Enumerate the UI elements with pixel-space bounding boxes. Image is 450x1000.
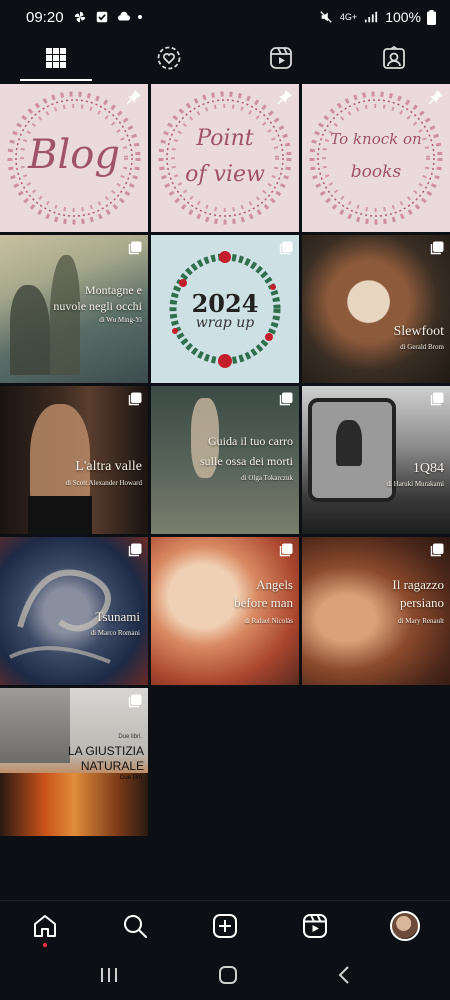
status-left-icons bbox=[72, 10, 142, 24]
tab-reposts[interactable] bbox=[113, 34, 226, 82]
post-knock-line1: To knock on bbox=[330, 130, 422, 148]
post-altravalle-author: di Scott Alexander Howard bbox=[65, 479, 142, 487]
post-guida-title2: sulle ossa dei morti bbox=[200, 454, 293, 468]
post-knock-line2: books bbox=[350, 162, 402, 182]
mute-icon bbox=[320, 11, 332, 23]
bottom-navigation bbox=[0, 900, 450, 950]
avatar bbox=[390, 910, 420, 941]
post-giustizia-label2: Due film bbox=[119, 775, 142, 781]
post-montagne[interactable]: Montagne e nuvole negli occhi di Wu Ming… bbox=[0, 235, 148, 383]
post-angels[interactable]: Angels before man di Rafael Nicolás bbox=[151, 537, 299, 685]
nav-create[interactable] bbox=[180, 913, 270, 939]
checkbox-notification-icon bbox=[96, 11, 107, 23]
post-angels-author: di Rafael Nicolás bbox=[244, 617, 293, 625]
reels-icon bbox=[303, 913, 327, 938]
post-altra-valle[interactable]: L'altra valle di Scott Alexander Howard bbox=[0, 386, 148, 534]
carousel-icon bbox=[279, 392, 293, 406]
active-tab-indicator bbox=[20, 79, 92, 81]
repost-icon bbox=[157, 46, 181, 70]
tab-grid[interactable] bbox=[0, 34, 113, 82]
tab-reels[interactable] bbox=[225, 34, 338, 82]
nav-profile[interactable] bbox=[360, 910, 450, 941]
wreath-illustration bbox=[309, 91, 443, 225]
post-wrapup-year: 2024 bbox=[191, 289, 259, 318]
back-icon[interactable] bbox=[337, 965, 351, 985]
post-altravalle-title: L'altra valle bbox=[75, 459, 142, 474]
post-slewfoot-title: Slewfoot bbox=[393, 324, 444, 339]
posts-grid: Blog Point of view To knock on books Mon… bbox=[0, 84, 450, 836]
post-guida-carro[interactable]: Guida il tuo carro sulle ossa dei morti … bbox=[151, 386, 299, 534]
dot-icon bbox=[137, 15, 142, 19]
home-icon bbox=[34, 914, 56, 937]
carousel-icon bbox=[279, 241, 293, 255]
post-pov-line1: Point bbox=[196, 126, 254, 151]
recent-apps-icon[interactable] bbox=[99, 966, 119, 984]
home-button-icon[interactable] bbox=[217, 964, 239, 986]
carousel-icon bbox=[430, 543, 444, 557]
post-angels-title1: Angels bbox=[256, 577, 293, 592]
post-tsunami-title: Tsunami bbox=[95, 609, 140, 624]
system-navigation-bar bbox=[0, 950, 450, 1000]
post-montagne-title2: nuvole negli occhi bbox=[53, 299, 142, 313]
pin-icon bbox=[428, 90, 443, 105]
post-blog-title: Blog bbox=[28, 132, 120, 178]
post-montagne-author: di Wu Ming-Yi bbox=[99, 316, 142, 324]
carousel-icon bbox=[430, 392, 444, 406]
post-giustizia-title2: NATURALE bbox=[80, 759, 144, 773]
post-angels-title2: before man bbox=[234, 595, 293, 610]
tab-tagged[interactable] bbox=[338, 34, 450, 82]
post-1q84-title: 1Q84 bbox=[412, 461, 444, 476]
carousel-icon bbox=[128, 543, 142, 557]
nav-search[interactable] bbox=[90, 913, 180, 939]
post-2024-wrap-up[interactable]: 2024 wrap up bbox=[151, 235, 299, 383]
battery-label: 100% bbox=[385, 9, 421, 25]
tagged-icon bbox=[382, 46, 405, 69]
status-time: 09:20 bbox=[26, 8, 64, 26]
post-1q84[interactable]: 1Q84 di Haruki Murakami bbox=[302, 386, 450, 534]
carousel-icon bbox=[279, 543, 293, 557]
search-icon bbox=[124, 914, 147, 938]
carousel-icon bbox=[128, 694, 142, 708]
post-1q84-author: di Haruki Murakami bbox=[386, 480, 444, 488]
post-ragazzo-persiano[interactable]: Il ragazzo persiano di Mary Renault bbox=[302, 537, 450, 685]
carousel-icon bbox=[430, 241, 444, 255]
pin-icon bbox=[277, 90, 292, 105]
post-slewfoot[interactable]: Slewfoot di Gerald Brom bbox=[302, 235, 450, 383]
post-blog[interactable]: Blog bbox=[0, 84, 148, 232]
cloud-icon bbox=[117, 11, 130, 21]
pinwheel-icon bbox=[74, 11, 85, 23]
post-tsunami-author: di Marco Romani bbox=[90, 629, 140, 637]
post-guida-author: di Olga Tokarczuk bbox=[241, 474, 293, 482]
post-giustizia-naturale[interactable]: Due libri. LA GIUSTIZIA NATURALE Due fil… bbox=[0, 688, 148, 836]
post-giustizia-label1: Due libri. bbox=[118, 734, 142, 740]
status-right: 4G+ 100% bbox=[318, 9, 436, 25]
post-to-knock-on-books[interactable]: To knock on books bbox=[302, 84, 450, 232]
wreath-illustration bbox=[158, 91, 292, 225]
network-label: 4G+ bbox=[339, 12, 358, 22]
post-wrapup-sub: wrap up bbox=[195, 315, 255, 331]
post-tsunami[interactable]: Tsunami di Marco Romani bbox=[0, 537, 148, 685]
plus-square-icon bbox=[213, 913, 237, 938]
post-ragazzo-title2: persiano bbox=[399, 595, 444, 610]
reels-icon bbox=[270, 47, 293, 69]
notification-dot bbox=[43, 942, 47, 947]
carousel-icon bbox=[128, 241, 142, 255]
post-montagne-title1: Montagne e bbox=[85, 283, 142, 297]
nav-home[interactable] bbox=[0, 913, 90, 947]
pin-icon bbox=[126, 90, 141, 105]
post-point-of-view[interactable]: Point of view bbox=[151, 84, 299, 232]
post-slewfoot-author: di Gerald Brom bbox=[400, 343, 444, 351]
post-ragazzo-title1: Il ragazzo bbox=[392, 577, 444, 592]
status-bar: 09:20 4G+ 100% bbox=[0, 0, 450, 34]
post-ragazzo-author: di Mary Renault bbox=[398, 617, 444, 625]
profile-tabs bbox=[0, 34, 450, 82]
nav-reels[interactable] bbox=[270, 913, 360, 939]
grid-icon bbox=[46, 48, 67, 68]
carousel-icon bbox=[128, 392, 142, 406]
post-giustizia-title1: LA GIUSTIZIA bbox=[67, 744, 144, 758]
battery-icon bbox=[427, 9, 436, 25]
signal-icon bbox=[365, 11, 378, 23]
post-guida-title1: Guida il tuo carro bbox=[208, 434, 293, 448]
post-pov-line2: of view bbox=[185, 162, 265, 187]
